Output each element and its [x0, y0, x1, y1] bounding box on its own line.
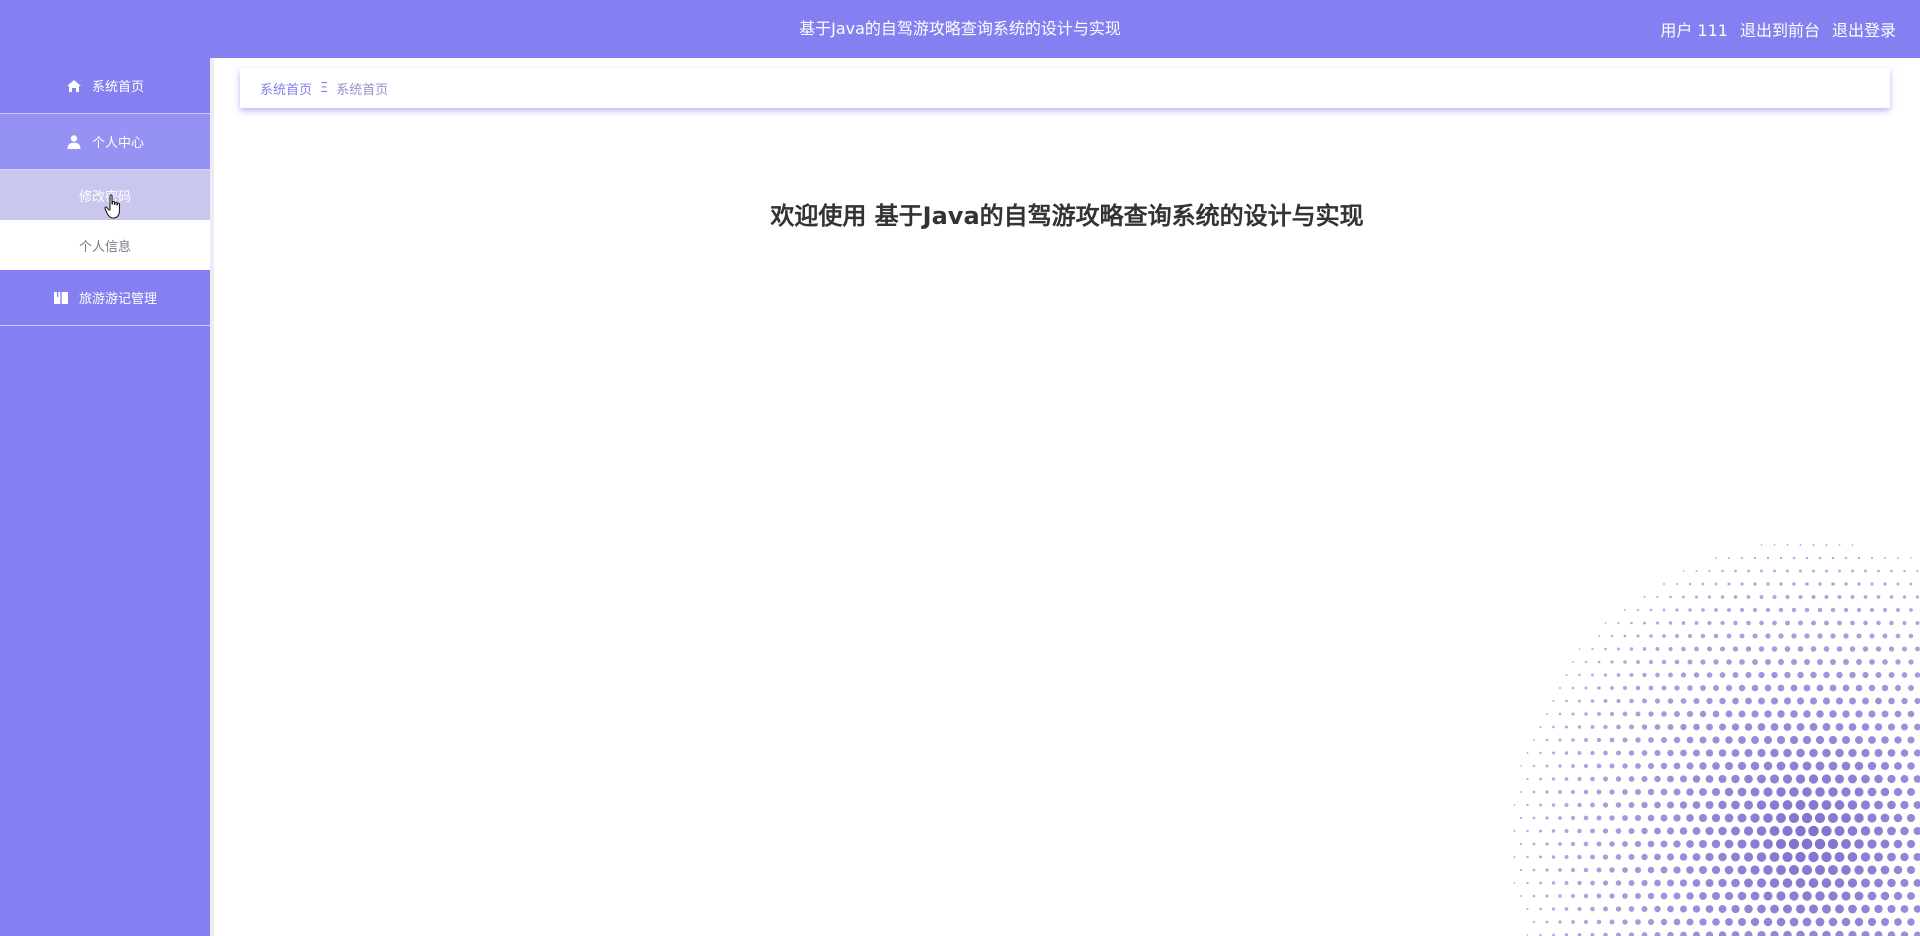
header-actions: 用户 111 退出到前台 退出登录 — [1660, 0, 1896, 58]
sidebar-item-travel-notes[interactable]: 旅游游记管理 — [0, 270, 210, 326]
logout-link[interactable]: 退出登录 — [1832, 17, 1896, 41]
user-icon — [66, 134, 82, 150]
breadcrumb-current: 系统首页 — [336, 82, 389, 98]
submenu-item-personal-info[interactable]: 个人信息 — [0, 220, 210, 270]
sidebar-item-label: 旅游游记管理 — [78, 292, 157, 307]
home-icon — [66, 78, 82, 94]
top-header-bar: 基于Java的自驾游攻略查询系统的设计与实现 用户 111 退出到前台 退出登录 — [0, 0, 1920, 58]
content-divider — [210, 58, 214, 936]
sidebar-item-label: 系统首页 — [91, 80, 144, 95]
app-title: 基于Java的自驾游攻略查询系统的设计与实现 — [799, 19, 1121, 38]
hand-cursor-icon — [104, 194, 121, 219]
welcome-heading: 欢迎使用 基于Java的自驾游攻略查询系统的设计与实现 — [770, 202, 1364, 230]
sidebar-menu: 系统首页 个人中心 修改密码 个人信息 旅游游记管理 — [0, 58, 210, 936]
breadcrumb-separator: Ξ — [320, 80, 329, 96]
book-icon — [53, 290, 69, 306]
sidebar-item-home[interactable]: 系统首页 — [0, 58, 210, 114]
sidebar-item-label: 个人中心 — [91, 136, 144, 151]
sidebar-item-personal-center[interactable]: 个人中心 — [0, 114, 210, 170]
breadcrumb: 系统首页 Ξ 系统首页 — [240, 68, 1890, 108]
current-user-label: 用户 111 — [1660, 21, 1728, 40]
exit-to-frontend-link[interactable]: 退出到前台 — [1740, 17, 1820, 41]
breadcrumb-root-link[interactable]: 系统首页 — [260, 79, 312, 98]
decorative-halftone-sphere-icon — [1513, 544, 1920, 936]
submenu-item-label: 个人信息 — [78, 239, 131, 255]
